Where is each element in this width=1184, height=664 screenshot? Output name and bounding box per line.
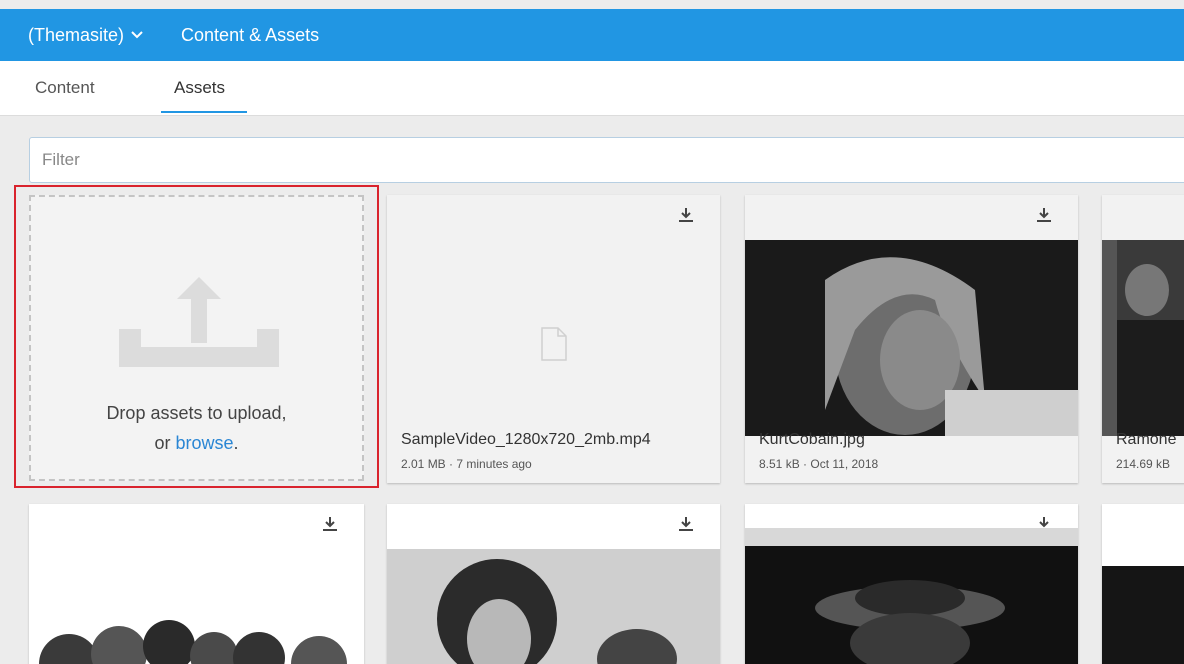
- asset-thumbnail: [29, 546, 364, 664]
- download-icon[interactable]: [322, 516, 338, 532]
- dropzone-line2-prefix: or: [154, 433, 176, 453]
- asset-meta: 214.69 kB: [1116, 457, 1171, 471]
- active-tab-indicator: [161, 111, 247, 113]
- dropzone-line2-suffix: .: [233, 433, 239, 453]
- download-icon[interactable]: [678, 516, 694, 532]
- asset-card[interactable]: Ramone 214.69 kB: [1102, 195, 1184, 483]
- tab-content[interactable]: Content: [35, 78, 95, 98]
- file-icon: [541, 327, 567, 361]
- asset-card[interactable]: [1102, 504, 1184, 664]
- asset-thumbnail: [1102, 240, 1184, 436]
- asset-name: Ramone: [1116, 431, 1177, 448]
- upload-dropzone[interactable]: Drop assets to upload, or browse.: [29, 195, 364, 481]
- download-icon[interactable]: [1036, 207, 1052, 223]
- asset-card[interactable]: [387, 504, 720, 664]
- asset-meta: 8.51 kB · Oct 11, 2018: [759, 457, 879, 471]
- chevron-down-icon: [131, 31, 143, 39]
- tab-assets[interactable]: Assets: [174, 78, 225, 98]
- asset-meta: 2.01 MB · 7 minutes ago: [401, 457, 532, 471]
- asset-thumbnail: [745, 528, 1078, 664]
- upload-icon: [119, 277, 279, 367]
- download-icon[interactable]: [678, 207, 694, 223]
- browse-link[interactable]: browse: [175, 433, 233, 453]
- asset-card[interactable]: [745, 504, 1078, 664]
- filter-input[interactable]: [29, 137, 1184, 183]
- section-title[interactable]: Content & Assets: [181, 25, 319, 46]
- site-label: (Themasite): [28, 24, 125, 45]
- dropzone-line1: Drop assets to upload,: [106, 403, 287, 423]
- asset-card[interactable]: [29, 504, 364, 664]
- asset-thumbnail: [1102, 566, 1184, 664]
- asset-card[interactable]: KurtCobain.jpg 8.51 kB · Oct 11, 2018: [745, 195, 1078, 483]
- asset-thumbnail: [745, 240, 1078, 436]
- asset-card[interactable]: SampleVideo_1280x720_2mb.mp4 2.01 MB · 7…: [387, 195, 720, 483]
- asset-name: KurtCobain.jpg: [759, 431, 865, 448]
- tab-bar: Content Assets: [0, 61, 1184, 116]
- header-bar: (Themasite) Content & Assets: [0, 9, 1184, 61]
- dropzone-text: Drop assets to upload, or browse.: [31, 398, 362, 458]
- asset-name: SampleVideo_1280x720_2mb.mp4: [401, 431, 651, 448]
- asset-thumbnail: [387, 549, 720, 664]
- site-selector[interactable]: (Themasite): [28, 25, 144, 46]
